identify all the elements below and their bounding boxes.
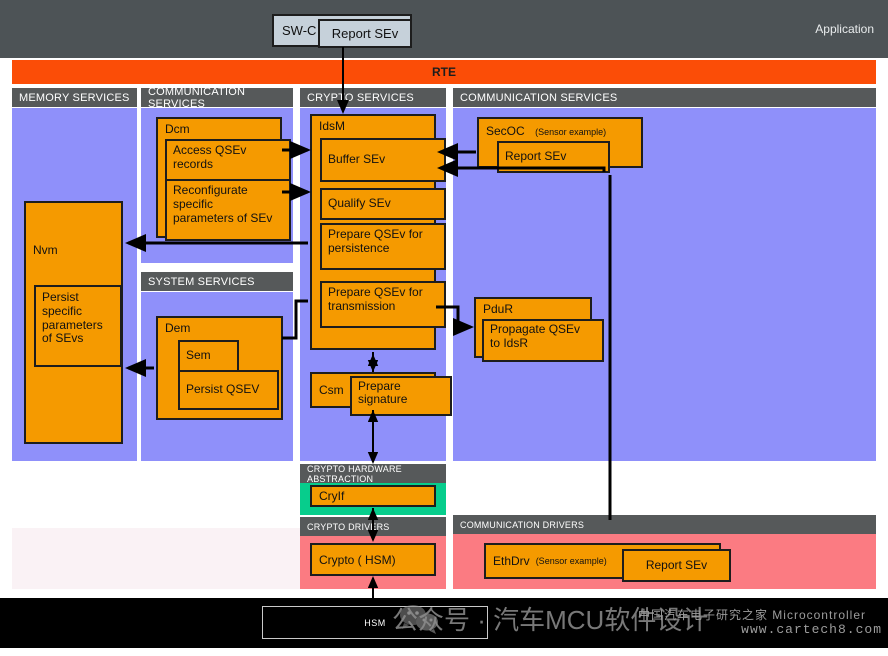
module-dcm[interactable]: Dcm Access QSEv records Reconfigurate sp… <box>156 117 291 241</box>
swc-label: SW-C <box>282 23 317 38</box>
module-csm[interactable]: Csm Prepare signature <box>310 372 452 416</box>
module-dcm-title: Dcm <box>165 122 190 136</box>
module-ethdrv-note: (Sensor example) <box>535 556 607 566</box>
layer-header-crypto-drivers: CRYPTO DRIVERS <box>300 517 446 536</box>
module-nvm-item-persist[interactable]: Persist specific parameters of SEvs <box>34 285 122 367</box>
module-csm-title: Csm <box>319 383 344 397</box>
module-ethdrv[interactable]: EthDrv (Sensor example) Report SEv <box>484 543 731 582</box>
module-idsm[interactable]: IdsM Buffer SEv Qualify SEv Prepare QSEv… <box>310 114 446 350</box>
layer-header-communication-services-left: COMMUNICATION SERVICES <box>141 86 293 110</box>
module-idsm-item-prepare-transmission[interactable]: Prepare QSEv for transmission <box>320 281 446 328</box>
module-nvm[interactable]: Nvm Persist specific parameters of SEvs <box>24 201 123 444</box>
module-idsm-title: IdsM <box>319 119 346 133</box>
module-pdur-title: PduR <box>483 302 514 316</box>
module-secoc-note: (Sensor example) <box>535 127 607 137</box>
module-csm-item-prepare-signature[interactable]: Prepare signature <box>350 376 452 416</box>
swc-report-sev-box[interactable]: Report SEv <box>318 19 412 48</box>
layer-header-system-services: SYSTEM SERVICES <box>141 272 293 291</box>
rte-label: RTE <box>432 65 456 79</box>
panel-drivers-pale-left <box>12 528 300 589</box>
module-cryif[interactable]: CryIf <box>310 485 436 507</box>
module-ethdrv-item-report-sev[interactable]: Report SEv <box>622 549 731 582</box>
module-dcm-item-reconfigurate[interactable]: Reconfigurate specific parameters of SEv <box>165 179 291 241</box>
application-label: Application <box>815 22 874 36</box>
module-nvm-title: Nvm <box>33 243 58 257</box>
module-dem-item-persist-qsev[interactable]: Persist QSEV <box>178 370 279 410</box>
layer-header-communication-drivers: COMMUNICATION DRIVERS <box>453 515 876 534</box>
module-dem-title: Dem <box>165 321 191 335</box>
hsm-label: HSM <box>364 617 386 628</box>
module-secoc[interactable]: SecOC (Sensor example) Report SEv <box>477 117 643 173</box>
watermark-site-url: www.cartech8.com <box>741 622 882 637</box>
module-pdur[interactable]: PduR Propagate QSEv to IdsR <box>474 297 604 362</box>
layer-header-communication-services-right: COMMUNICATION SERVICES <box>453 88 876 107</box>
module-dem[interactable]: Dem Sem Persist QSEV <box>156 316 283 420</box>
module-idsm-item-prepare-persistence[interactable]: Prepare QSEv for persistence <box>320 223 446 270</box>
layer-header-crypto-services: CRYPTO SERVICES <box>300 88 446 107</box>
module-idsm-item-qualify-sev[interactable]: Qualify SEv <box>320 188 446 220</box>
module-pdur-item-propagate-qsev[interactable]: Propagate QSEv to IdsR <box>482 319 604 362</box>
application-layer-strip <box>0 0 888 58</box>
module-secoc-title: SecOC <box>486 124 525 138</box>
module-dem-item-sem[interactable]: Sem <box>178 340 239 372</box>
module-dcm-item-access-qsev[interactable]: Access QSEv records <box>165 139 291 184</box>
module-idsm-item-buffer-sev[interactable]: Buffer SEv <box>320 138 446 182</box>
module-secoc-item-report-sev[interactable]: Report SEv <box>497 141 610 173</box>
module-crypto-hsm-title: Crypto ( HSM) <box>319 552 396 567</box>
module-crypto-hsm[interactable]: Crypto ( HSM) <box>310 543 436 576</box>
module-ethdrv-title: EthDrv <box>493 554 530 568</box>
swc-block[interactable]: SW-C Report SEv <box>272 14 412 48</box>
module-cryif-title: CryIf <box>319 489 345 503</box>
autosar-layered-architecture-diagram: Application SW-C Report SEv RTE MEMORY S… <box>0 0 888 656</box>
layer-header-crypto-hardware-abstraction: CRYPTO HARDWARE ABSTRACTION <box>300 464 446 484</box>
watermark-secondary-text: 中国汽车电子研究之家 Microcontroller <box>637 608 866 622</box>
rte-bar: RTE <box>12 60 876 84</box>
layer-header-memory-services: MEMORY SERVICES <box>12 88 137 107</box>
